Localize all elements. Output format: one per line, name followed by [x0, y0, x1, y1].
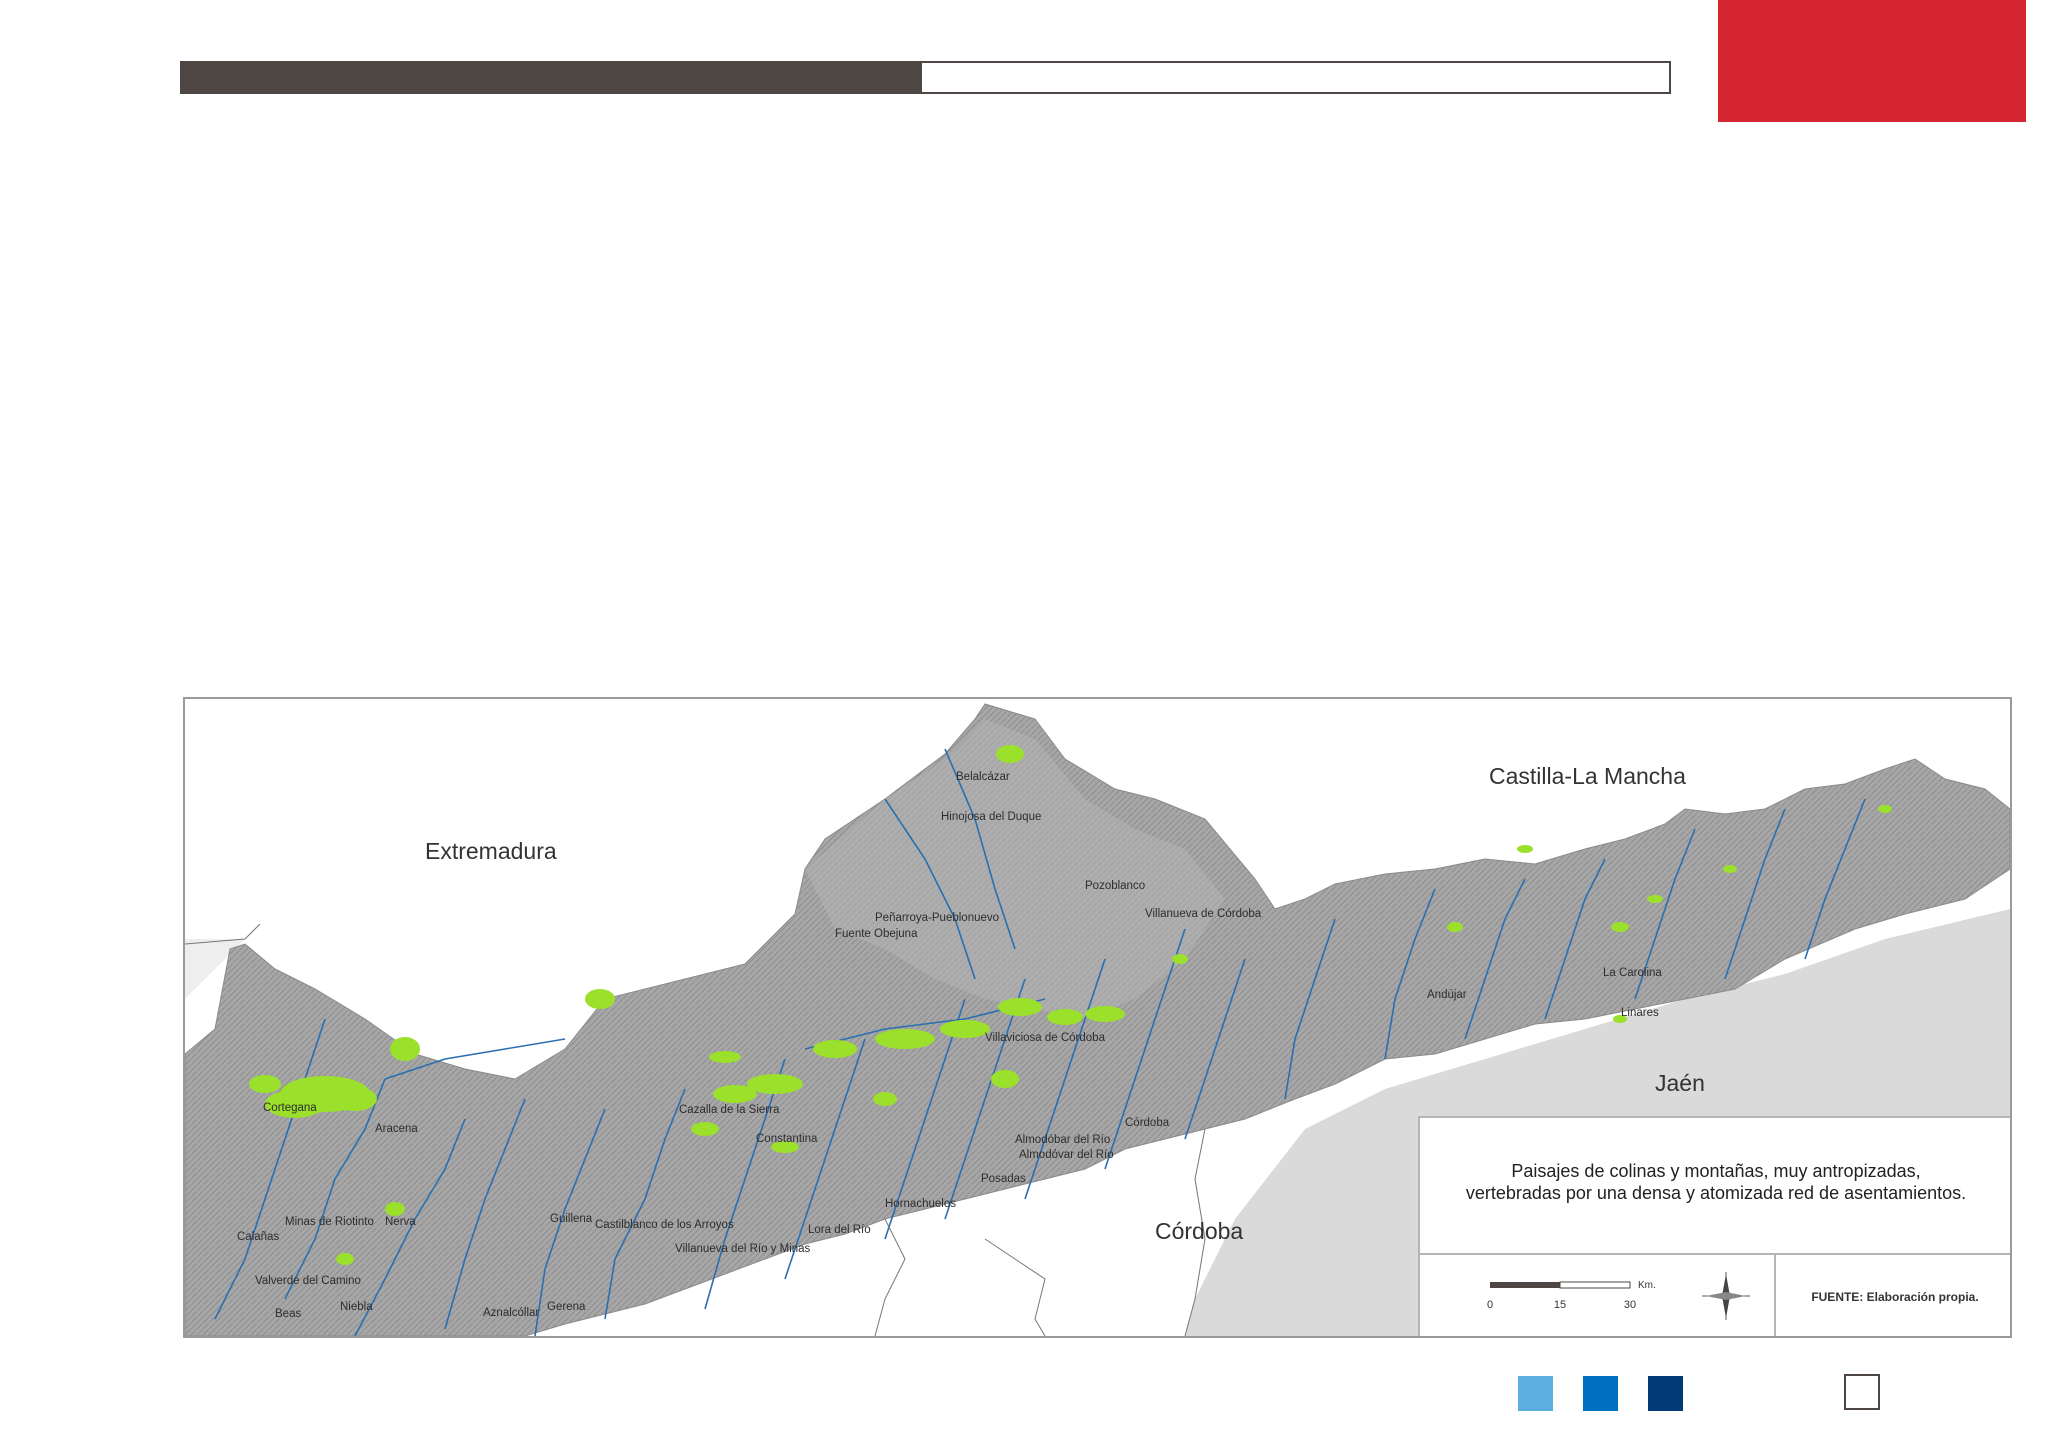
town-label: Villanueva de Córdoba — [1145, 908, 1262, 920]
legend-title-line2: vertebradas por una densa y atomizada re… — [1465, 1183, 1967, 1203]
red-corner-tab — [1718, 0, 2026, 122]
town-label: Córdoba — [1125, 1117, 1170, 1129]
legend-title: Paisajes de colinas y montañas, muy antr… — [1420, 1160, 2010, 1204]
town-label: Almodóvar del Río — [1019, 1149, 1114, 1161]
region-cordoba: Córdoba — [1155, 1218, 1243, 1244]
town-label: Guillena — [550, 1213, 593, 1225]
town-label: Hornachuelos — [885, 1198, 956, 1210]
town-label: Gerena — [547, 1301, 586, 1313]
region-extremadura: Extremadura — [425, 838, 557, 864]
town-label: Niebla — [340, 1301, 373, 1313]
town-label: Belalcázar — [956, 771, 1010, 783]
town-label: Castilblanco de los Arroyos — [595, 1219, 734, 1231]
town-label: Constantina — [756, 1133, 818, 1145]
color-square-blue — [1583, 1376, 1618, 1411]
header-progress-bar — [180, 61, 1671, 94]
town-label: Aracena — [375, 1123, 418, 1135]
outline-square — [1844, 1374, 1880, 1410]
color-square-light-blue — [1518, 1376, 1553, 1411]
town-label: Villanueva del Río y Minas — [675, 1243, 811, 1255]
town-label: Peñarroya-Pueblonuevo — [875, 912, 999, 924]
town-label: Aznalcóllar — [483, 1307, 539, 1319]
scale-segment-dark — [1490, 1282, 1560, 1288]
town-label: Cazalla de la Sierra — [679, 1104, 780, 1116]
town-label: Posadas — [981, 1173, 1026, 1185]
scale-unit: Km. — [1638, 1280, 1656, 1291]
scale-tick-15: 15 — [1554, 1299, 1566, 1311]
map-panel: Extremadura Castilla-La Mancha Jaén Córd… — [183, 697, 2012, 1338]
town-label: Minas de Riotinto — [285, 1216, 374, 1228]
legend-divider — [1420, 1253, 2010, 1255]
town-label: Almodóbar del Río — [1015, 1134, 1110, 1146]
region-castilla: Castilla-La Mancha — [1489, 763, 1686, 789]
town-label: Villaviciosa de Córdoba — [985, 1032, 1106, 1044]
town-label: Fuente Obejuna — [835, 928, 918, 940]
town-label: La Carolina — [1603, 967, 1662, 979]
progress-fill — [182, 63, 922, 92]
legend-title-line1: Paisajes de colinas y montañas, muy antr… — [1511, 1161, 1921, 1181]
town-label: Pozoblanco — [1085, 880, 1145, 892]
scale-bar: 0 15 30 Km. — [1487, 1280, 1656, 1311]
town-label: Andújar — [1427, 989, 1467, 1001]
north-arrow-icon — [1702, 1272, 1750, 1320]
town-label: Calañas — [237, 1231, 279, 1243]
town-label: Beas — [275, 1308, 301, 1320]
town-label: Linares — [1621, 1007, 1659, 1019]
scale-tick-0: 0 — [1487, 1299, 1493, 1311]
color-square-dark-blue — [1648, 1376, 1683, 1411]
source-note: FUENTE: Elaboración propia. — [1811, 1290, 1979, 1304]
town-label: Lora del Río — [808, 1224, 871, 1236]
legend-box: Paisajes de colinas y montañas, muy antr… — [1418, 1116, 2010, 1336]
town-label: Valverde del Camino — [255, 1275, 361, 1287]
scale-segment-light — [1559, 1281, 1631, 1289]
town-label: Cortegana — [263, 1102, 317, 1114]
town-label: Hinojosa del Duque — [941, 811, 1041, 823]
region-jaen: Jaén — [1655, 1070, 1705, 1096]
scale-tick-30: 30 — [1624, 1299, 1636, 1311]
town-label: Nerva — [385, 1216, 416, 1228]
